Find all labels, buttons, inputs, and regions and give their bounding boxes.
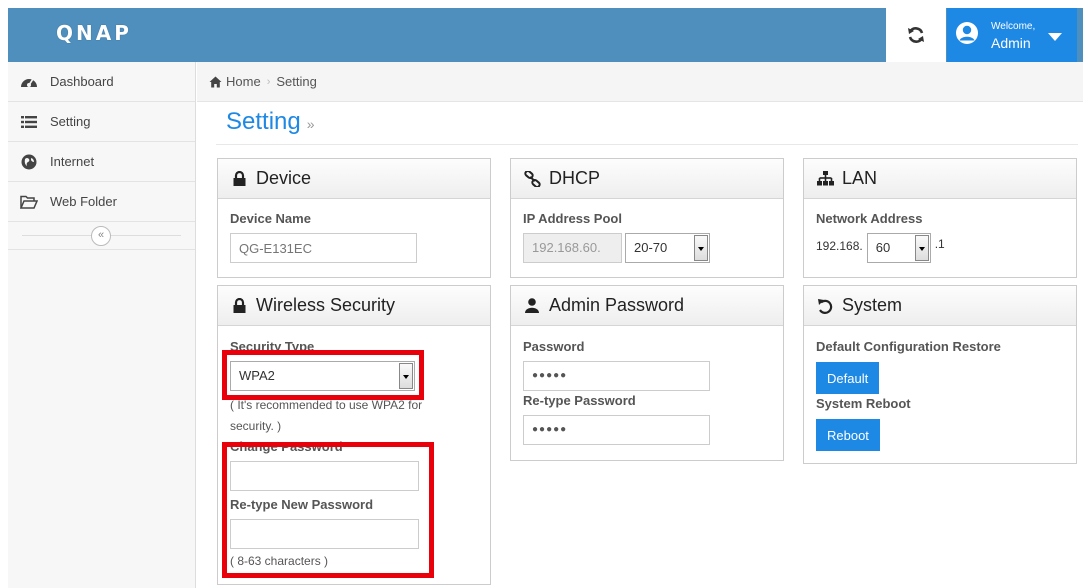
- lan-panel-header: LAN: [804, 159, 1076, 199]
- sidebar-item-label: Internet: [50, 154, 95, 169]
- security-recommendation-note: ( It's recommended to use WPA2 for secur…: [230, 398, 423, 433]
- user-icon: [523, 297, 541, 315]
- dhcp-panel-header: DHCP: [511, 159, 783, 199]
- breadcrumb: Home › Setting: [197, 62, 1083, 102]
- ip-pool-prefix-field: 192.168.60.: [523, 233, 622, 263]
- network-address-label: Network Address: [816, 211, 923, 226]
- network-address-suffix: .1: [934, 237, 945, 251]
- folder-open-icon: [20, 193, 38, 211]
- lock-icon: [230, 297, 248, 315]
- panel-title: Wireless Security: [256, 295, 396, 315]
- admin-password-panel-header: Admin Password: [511, 286, 783, 326]
- password-fields-highlight: [222, 442, 434, 578]
- admin-retype-password-label: Re-type Password: [523, 393, 636, 408]
- ip-pool-range-select[interactable]: 20-70: [625, 233, 710, 263]
- default-restore-label: Default Configuration Restore: [816, 339, 1001, 354]
- sidebar-collapse-button[interactable]: «: [91, 226, 111, 246]
- sidebar-collapse-row: «: [8, 222, 195, 250]
- device-panel-body: Device Name: [218, 199, 490, 275]
- dropdown-arrow-icon[interactable]: [694, 235, 708, 261]
- breadcrumb-current: Setting: [276, 74, 317, 89]
- divider: [216, 144, 1078, 145]
- page-title: Setting »: [226, 108, 315, 136]
- system-reboot-label: System Reboot: [816, 396, 911, 411]
- sidebar-item-internet[interactable]: Internet: [8, 142, 195, 182]
- welcome-text: Welcome,: [991, 21, 1036, 32]
- device-panel: Device Device Name: [217, 158, 491, 278]
- panel-title: Device: [256, 168, 312, 188]
- select-value: 60: [875, 240, 891, 255]
- lan-panel-body: Network Address 192.168. 60 .1: [804, 199, 1076, 275]
- breadcrumb-home-link[interactable]: Home: [226, 74, 261, 89]
- lan-panel: LAN Network Address 192.168. 60 .1: [803, 158, 1077, 278]
- panel-title: System: [842, 295, 903, 315]
- sidebar-item-label: Setting: [50, 114, 91, 129]
- ip-pool-label: IP Address Pool: [523, 211, 622, 226]
- lock-icon: [230, 170, 248, 188]
- user-name: Admin: [991, 35, 1031, 51]
- page-title-suffix: »: [306, 116, 315, 132]
- default-button[interactable]: Default: [816, 362, 880, 394]
- page-title-text: Setting: [226, 108, 301, 135]
- globe-icon: [20, 153, 38, 171]
- system-panel-header: System: [804, 286, 1076, 326]
- reboot-button[interactable]: Reboot: [816, 419, 880, 451]
- dashboard-icon: [20, 73, 38, 91]
- admin-password-panel-body: Password ●●●●● Re-type Password ●●●●●: [511, 326, 783, 457]
- list-icon: [20, 113, 38, 131]
- dhcp-panel-body: IP Address Pool 192.168.60. 20-70: [511, 199, 783, 275]
- device-name-label: Device Name: [230, 211, 311, 226]
- sidebar-item-dashboard[interactable]: Dashboard: [8, 62, 195, 102]
- security-type-highlight: [222, 350, 424, 400]
- dropdown-arrow-icon[interactable]: [914, 235, 929, 261]
- panel-title: DHCP: [549, 168, 601, 188]
- undo-icon: [816, 297, 834, 315]
- admin-retype-password-input[interactable]: ●●●●●: [523, 415, 710, 445]
- wireless-panel-header: Wireless Security: [218, 286, 490, 326]
- dhcp-panel: DHCP IP Address Pool 192.168.60. 20-70: [510, 158, 784, 278]
- admin-password-panel: Admin Password Password ●●●●● Re-type Pa…: [510, 285, 784, 461]
- sidebar-item-web-folder[interactable]: Web Folder: [8, 182, 195, 222]
- system-panel-body: Default Configuration Restore Default Sy…: [804, 326, 1076, 463]
- refresh-button[interactable]: [886, 8, 946, 62]
- device-panel-header: Device: [218, 159, 490, 199]
- home-icon: [209, 76, 222, 87]
- sitemap-icon: [816, 170, 834, 188]
- sidebar: Dashboard Setting Internet Web Folder «: [8, 62, 196, 588]
- user-avatar-icon: [956, 22, 978, 44]
- user-menu[interactable]: Welcome, Admin: [947, 8, 1077, 62]
- admin-password-label: Password: [523, 339, 585, 354]
- device-name-input[interactable]: [230, 233, 417, 263]
- sidebar-item-label: Dashboard: [50, 74, 114, 89]
- refresh-icon: [908, 27, 924, 43]
- network-address-prefix: 192.168.: [816, 239, 863, 253]
- admin-password-input[interactable]: ●●●●●: [523, 361, 710, 391]
- link-icon: [523, 170, 541, 188]
- chevron-down-icon[interactable]: [1048, 33, 1062, 41]
- qnap-logo[interactable]: QNAP: [56, 21, 132, 45]
- system-panel: System Default Configuration Restore Def…: [803, 285, 1077, 464]
- panel-title: Admin Password: [549, 295, 685, 315]
- select-value: 20-70: [634, 240, 668, 255]
- breadcrumb-separator: ›: [266, 75, 271, 88]
- panel-title: LAN: [842, 168, 878, 188]
- sidebar-item-setting[interactable]: Setting: [8, 102, 195, 142]
- sidebar-item-label: Web Folder: [50, 194, 117, 209]
- network-octet-select[interactable]: 60: [866, 233, 931, 263]
